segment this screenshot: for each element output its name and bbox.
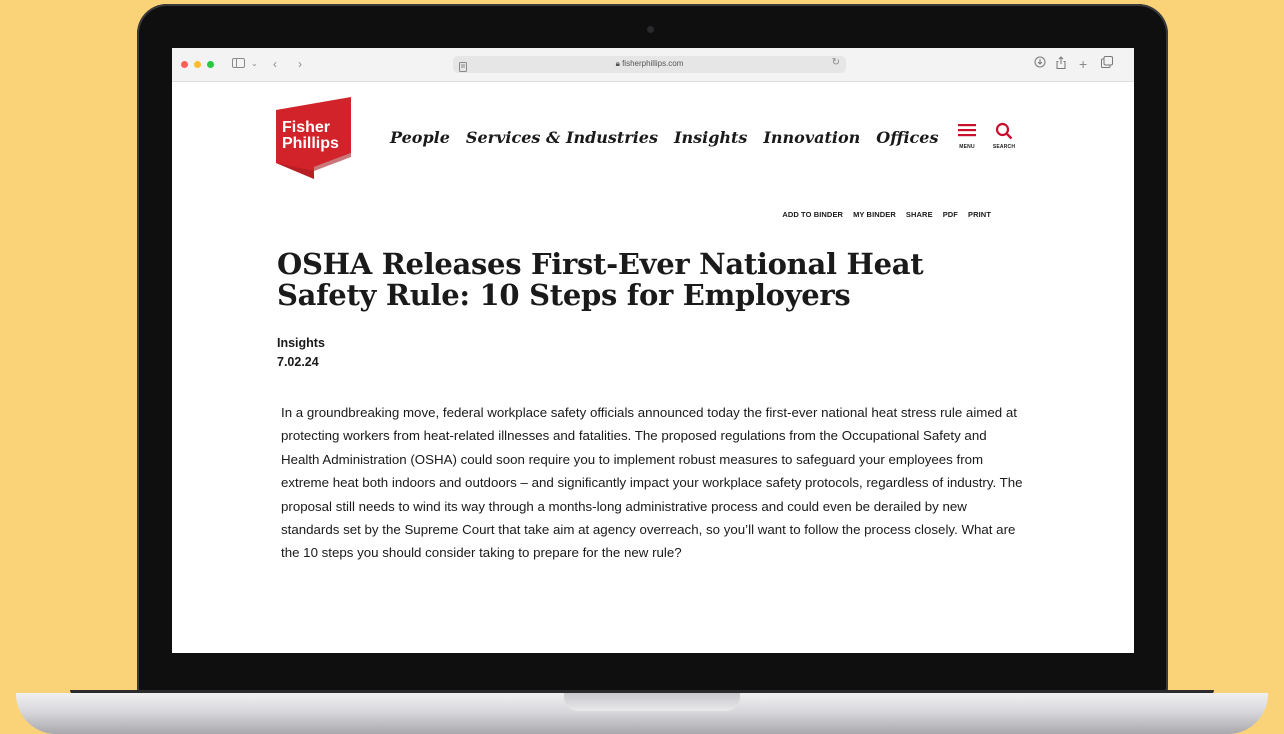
minimize-dot-icon[interactable] xyxy=(194,61,201,68)
laptop-notch xyxy=(564,693,740,711)
forward-icon[interactable]: › xyxy=(298,56,302,72)
download-icon[interactable] xyxy=(1034,56,1046,72)
nav-offices[interactable]: Offices xyxy=(876,128,938,147)
url-text: 🔒︎ fisherphillips.com xyxy=(615,59,684,68)
add-to-binder-link[interactable]: ADD TO BINDER xyxy=(782,210,843,219)
nav-insights[interactable]: Insights xyxy=(674,128,747,147)
close-dot-icon[interactable] xyxy=(181,61,188,68)
camera-icon xyxy=(647,26,654,33)
nav-innovation[interactable]: Innovation xyxy=(763,128,860,147)
logo-text-line1: Fisher xyxy=(282,119,330,136)
new-tab-icon[interactable]: + xyxy=(1079,56,1087,72)
nav-people[interactable]: People xyxy=(390,128,450,147)
menu-label: MENU xyxy=(959,144,975,150)
my-binder-link[interactable]: MY BINDER xyxy=(853,210,896,219)
address-bar[interactable]: 🔒︎ fisherphillips.com ↻ xyxy=(453,56,846,73)
logo-text-line2: Phillips xyxy=(282,135,339,152)
back-icon[interactable]: ‹ xyxy=(273,56,277,72)
article-body: In a groundbreaking move, federal workpl… xyxy=(281,405,1023,561)
tabs-icon[interactable] xyxy=(1101,56,1113,72)
reload-icon[interactable]: ↻ xyxy=(832,57,840,68)
share-link[interactable]: SHARE xyxy=(906,210,933,219)
nav-services-industries[interactable]: Services & Industries xyxy=(466,128,658,147)
chevron-down-icon[interactable]: ⌄ xyxy=(251,56,258,72)
article-date: 7.02.24 xyxy=(277,355,319,369)
hamburger-icon xyxy=(958,124,976,137)
main-nav: People Services & Industries Insights In… xyxy=(390,128,954,147)
search-icon xyxy=(995,122,1013,140)
article-tools: ADD TO BINDER MY BINDER SHARE PDF PRINT xyxy=(782,210,991,219)
print-link[interactable]: PRINT xyxy=(968,210,991,219)
share-icon[interactable] xyxy=(1056,56,1066,73)
search-label: SEARCH xyxy=(992,144,1016,150)
fisher-phillips-logo[interactable]: Fisher Phillips xyxy=(276,97,351,179)
browser-toolbar: ⌄ ‹ › 🔒︎ fisherphillips.com ↻ + xyxy=(172,48,1134,82)
zoom-dot-icon[interactable] xyxy=(207,61,214,68)
browser-window: ⌄ ‹ › 🔒︎ fisherphillips.com ↻ + Fisher P… xyxy=(172,48,1134,653)
sidebar-icon[interactable] xyxy=(232,56,245,72)
pdf-link[interactable]: PDF xyxy=(943,210,958,219)
article-title: OSHA Releases First-Ever National Heat S… xyxy=(277,247,924,312)
menu-button[interactable]: MENU xyxy=(952,122,982,150)
search-button[interactable]: SEARCH xyxy=(989,122,1019,150)
article-category[interactable]: Insights xyxy=(277,334,325,353)
article-meta: Insights 7.02.24 xyxy=(277,334,325,372)
